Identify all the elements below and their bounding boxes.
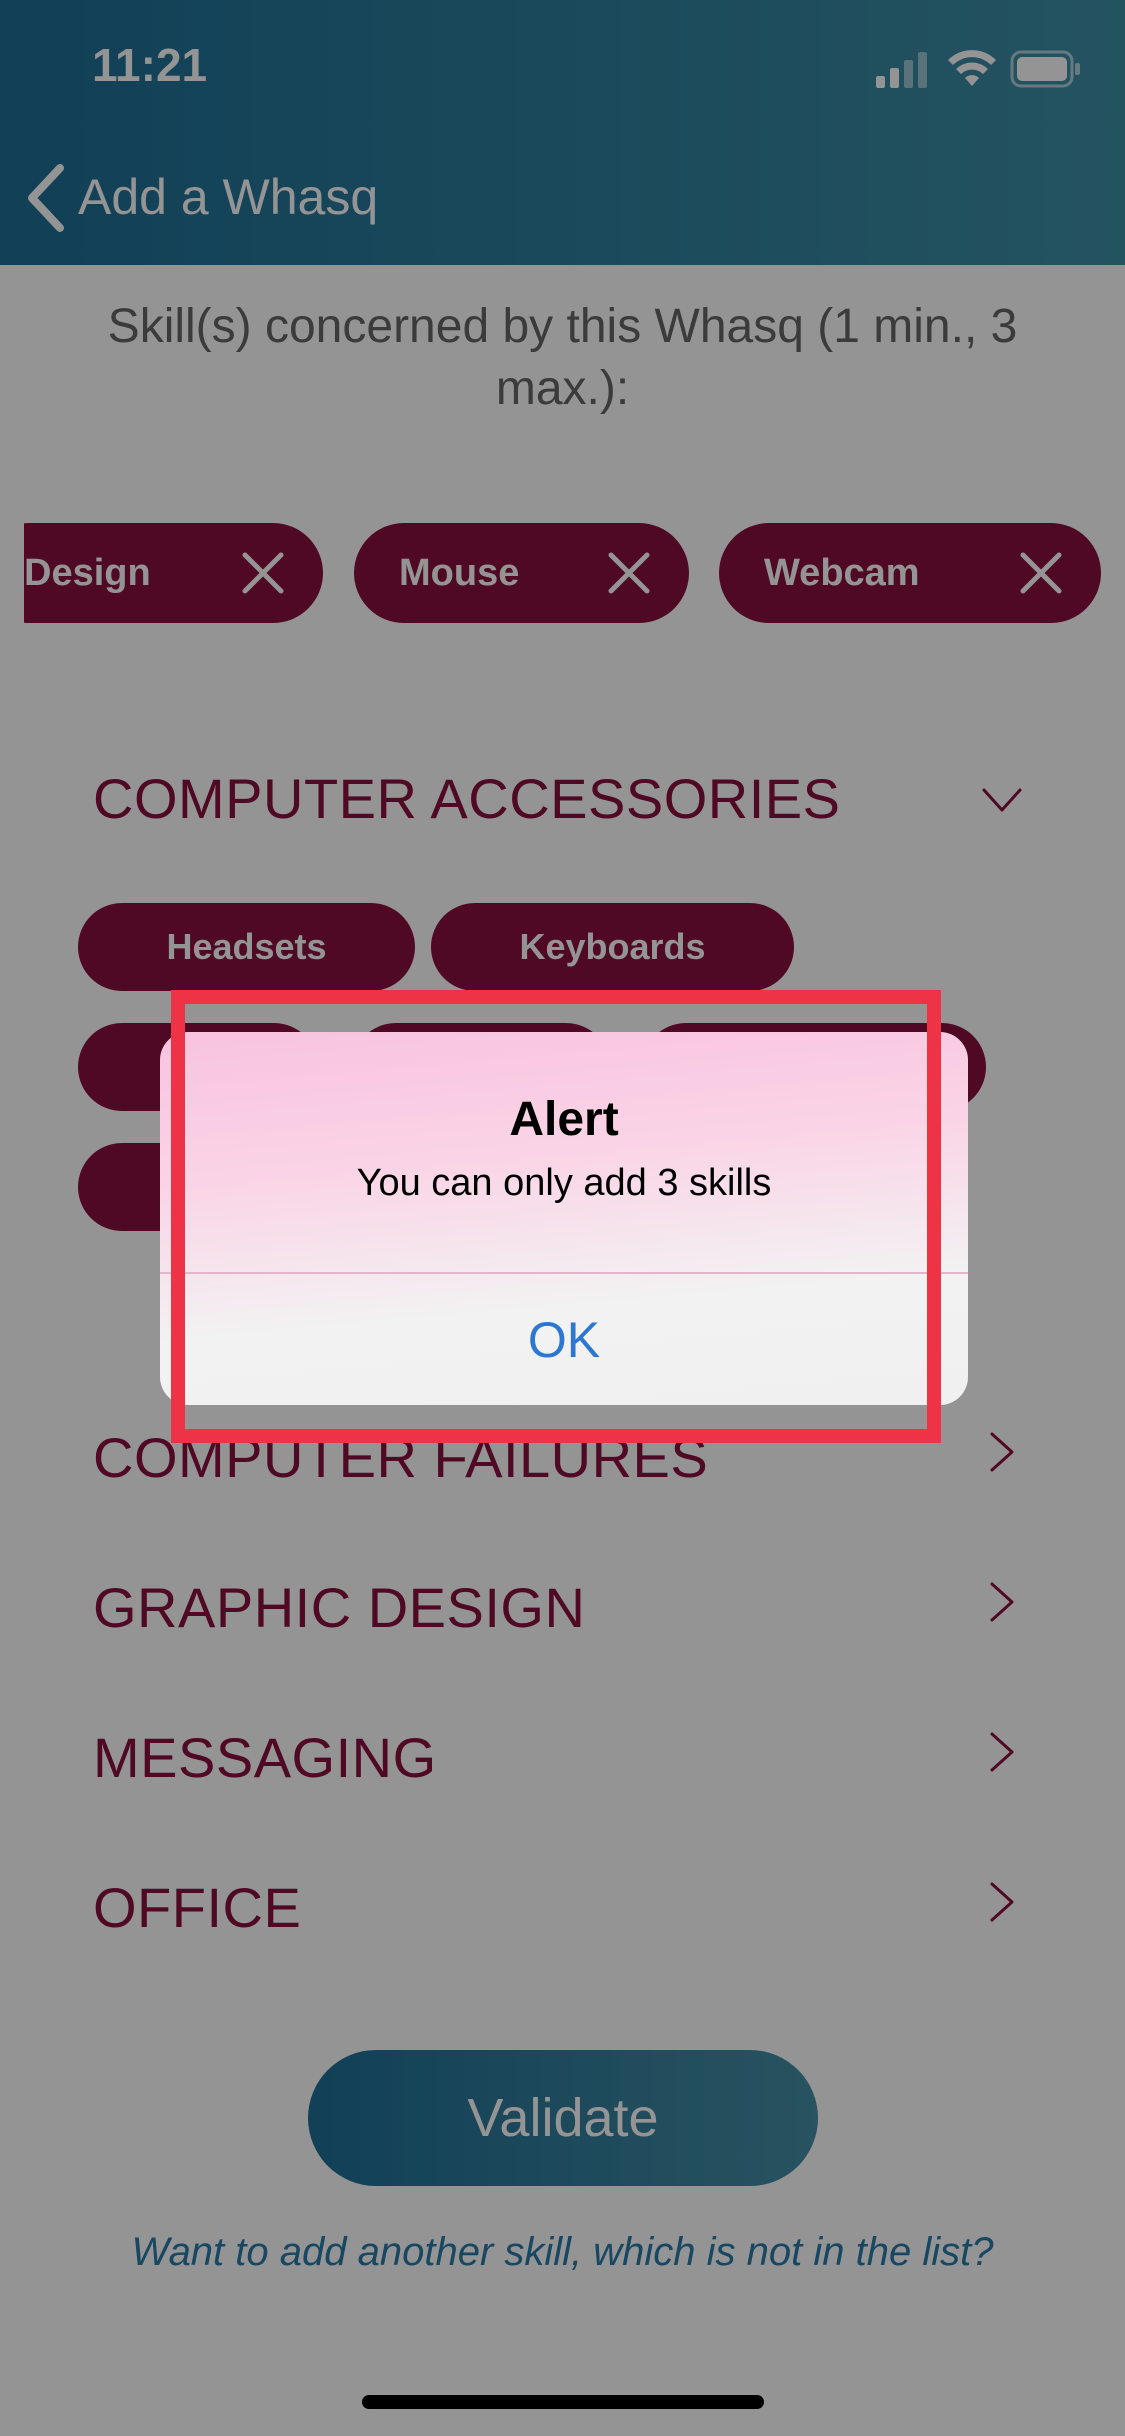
home-indicator[interactable] <box>362 2395 764 2409</box>
highlight-annotation <box>171 990 941 1443</box>
